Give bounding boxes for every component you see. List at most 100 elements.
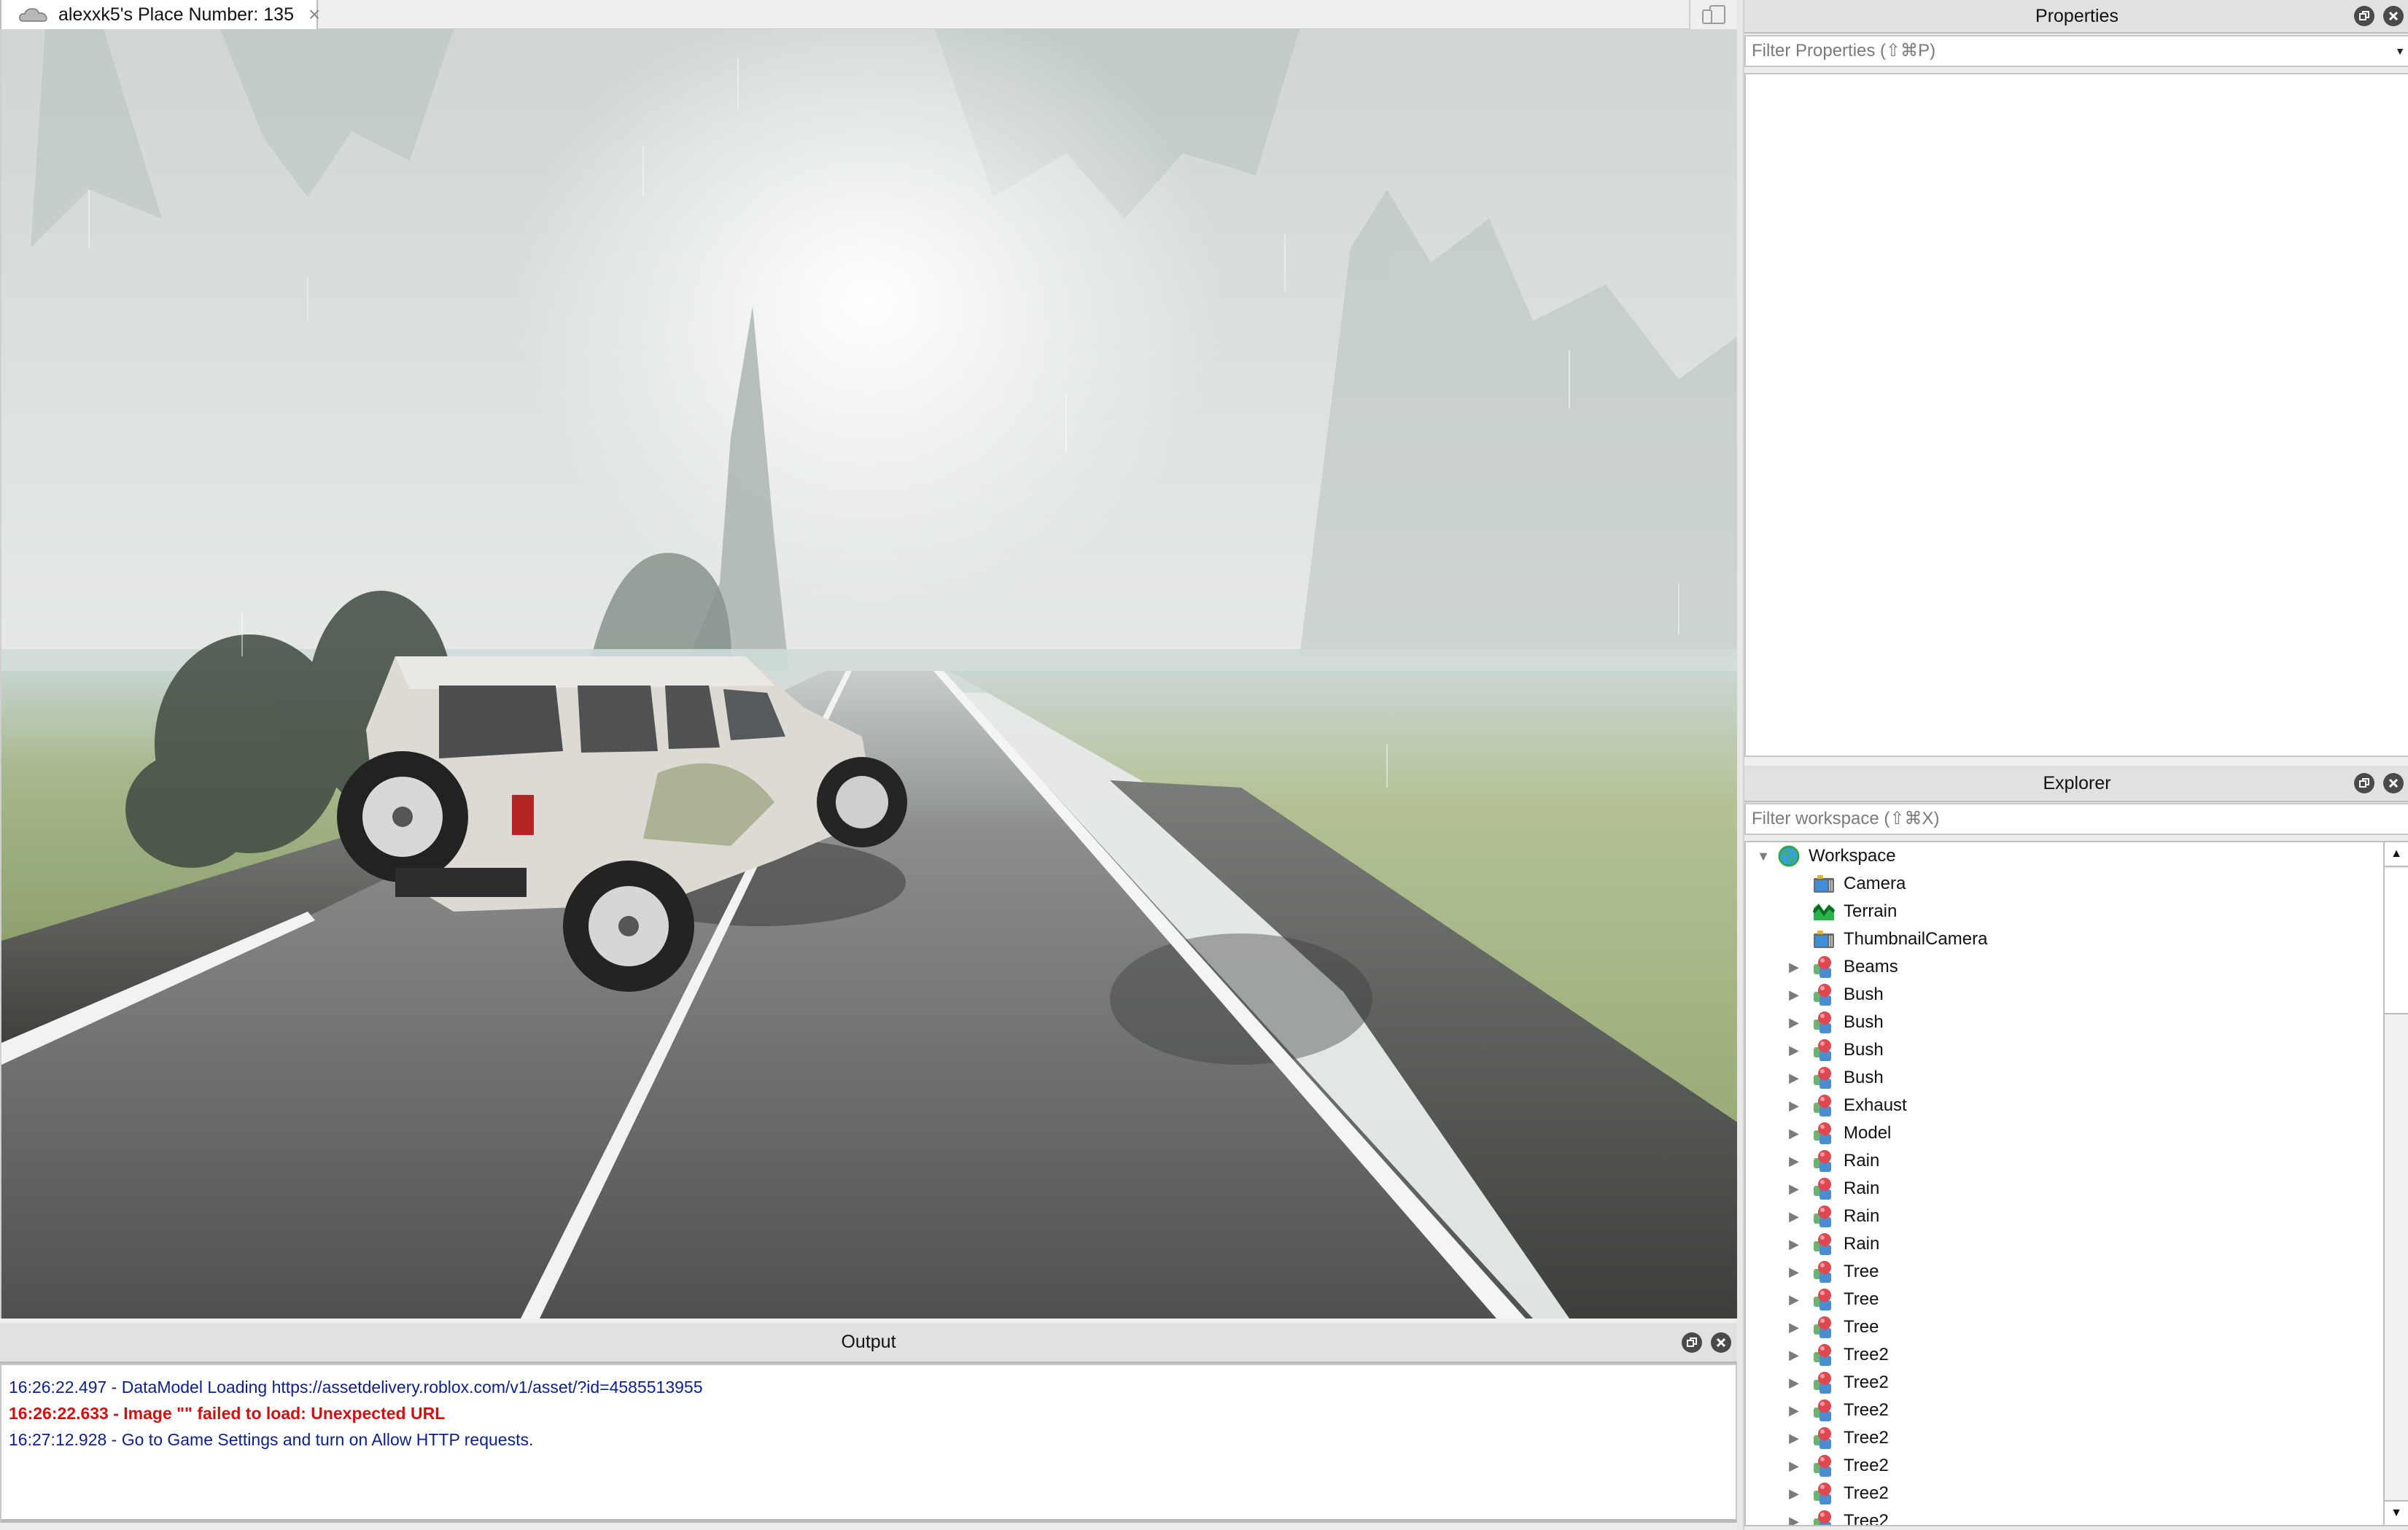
tree-item-workspace[interactable]: ▼ Workspace <box>1746 842 2385 870</box>
explorer-filter[interactable] <box>1744 803 2408 835</box>
tree-item-label: Workspace <box>1809 846 1896 866</box>
tree-item[interactable]: ▶ Rain <box>1746 1147 2385 1175</box>
tree-item[interactable]: ▶ Tree2 <box>1746 1424 2385 1452</box>
expand-arrow-icon[interactable]: ▶ <box>1787 1043 1801 1057</box>
properties-undock-button[interactable] <box>2354 6 2374 26</box>
expand-arrow-icon[interactable]: ▶ <box>1787 1375 1801 1390</box>
close-icon <box>1716 1337 1726 1347</box>
explorer-tree-list: ▼ Workspace ▶Camera▶Terrain▶ThumbnailCam… <box>1746 842 2385 1526</box>
scrollbar-thumb[interactable] <box>2385 869 2408 1014</box>
log-line-info[interactable]: 16:26:22.497 - DataModel Loading https:/… <box>9 1374 1728 1400</box>
tree-item[interactable]: ▶ Tree <box>1746 1313 2385 1341</box>
model-icon <box>1811 1038 1836 1063</box>
tree-item[interactable]: ▶ Rain <box>1746 1230 2385 1258</box>
expand-arrow-icon[interactable]: ▶ <box>1787 1486 1801 1501</box>
tree-item[interactable]: ▶Camera <box>1746 870 2385 898</box>
expand-arrow-icon[interactable]: ▶ <box>1787 1403 1801 1418</box>
explorer-scrollbar[interactable]: ▲ ▼ <box>2383 842 2408 1525</box>
model-icon <box>1811 1176 1836 1201</box>
place-tab[interactable]: alexxk5's Place Number: 135 × <box>0 0 320 29</box>
properties-panel: Properties ▼ <box>1744 0 2408 758</box>
tree-item[interactable]: ▶ Rain <box>1746 1175 2385 1203</box>
tree-item[interactable]: ▶ Exhaust <box>1746 1092 2385 1119</box>
tree-item-label: Exhaust <box>1844 1095 1907 1115</box>
tree-item[interactable]: ▶ Model <box>1746 1119 2385 1147</box>
explorer-tree: ▼ Workspace ▶Camera▶Terrain▶ThumbnailCam… <box>1744 841 2408 1526</box>
expand-arrow-icon[interactable]: ▶ <box>1787 1265 1801 1279</box>
expand-arrow-icon[interactable]: ▶ <box>1787 1071 1801 1085</box>
properties-title: Properties <box>2035 5 2118 26</box>
model-icon <box>1811 1398 1836 1423</box>
scroll-up-button[interactable]: ▲ <box>2385 842 2408 867</box>
model-icon <box>1811 1259 1836 1284</box>
output-undock-button[interactable] <box>1682 1332 1702 1353</box>
filter-dropdown-icon[interactable]: ▼ <box>2395 45 2405 57</box>
properties-close-button[interactable] <box>2383 6 2404 26</box>
model-icon <box>1811 1010 1836 1035</box>
model-icon <box>1811 982 1836 1007</box>
expand-arrow-icon[interactable]: ▶ <box>1787 960 1801 974</box>
output-close-button[interactable] <box>1711 1332 1731 1353</box>
tree-item[interactable]: ▶ Tree2 <box>1746 1341 2385 1369</box>
tree-item-label: Rain <box>1844 1234 1880 1254</box>
undock-icon <box>2359 778 2369 788</box>
expand-arrow-icon[interactable]: ▶ <box>1787 1348 1801 1362</box>
tree-item-label: Bush <box>1844 1012 1884 1032</box>
log-line-info[interactable]: 16:27:12.928 - Go to Game Settings and t… <box>9 1426 1728 1453</box>
properties-filter[interactable]: ▼ <box>1744 35 2408 67</box>
log-line-error[interactable]: 16:26:22.633 - Image "" failed to load: … <box>9 1400 1728 1426</box>
tree-item[interactable]: ▶ Tree <box>1746 1258 2385 1286</box>
tree-item-label: Beams <box>1844 957 1898 976</box>
tree-item[interactable]: ▶ Tree2 <box>1746 1507 2385 1526</box>
tree-item-label: Rain <box>1844 1206 1880 1226</box>
tree-item[interactable]: ▶ Tree2 <box>1746 1480 2385 1507</box>
expand-arrow-icon[interactable]: ▶ <box>1787 1209 1801 1224</box>
properties-filter-input[interactable] <box>1752 41 2408 61</box>
output-log[interactable]: 16:26:22.497 - DataModel Loading https:/… <box>0 1364 1737 1523</box>
expand-arrow-icon[interactable]: ▶ <box>1787 1320 1801 1335</box>
expand-arrow-icon[interactable]: ▶ <box>1787 1431 1801 1445</box>
cloud-icon <box>19 7 48 23</box>
expand-arrow-icon[interactable]: ▼ <box>1756 849 1771 863</box>
expand-arrow-icon[interactable]: ▶ <box>1787 1154 1801 1168</box>
explorer-close-button[interactable] <box>2383 773 2404 793</box>
tree-item[interactable]: ▶ Tree <box>1746 1286 2385 1313</box>
tab-close-icon[interactable]: × <box>308 4 320 25</box>
tree-item-label: Terrain <box>1844 901 1898 921</box>
tree-item[interactable]: ▶ Bush <box>1746 1064 2385 1092</box>
explorer-filter-input[interactable] <box>1752 809 2408 829</box>
tree-item-label: Tree2 <box>1844 1511 1889 1526</box>
tree-item[interactable]: ▶ Bush <box>1746 1036 2385 1064</box>
device-emulator-button[interactable] <box>1689 0 1737 29</box>
output-title: Output <box>841 1332 896 1352</box>
expand-arrow-icon[interactable]: ▶ <box>1787 1181 1801 1196</box>
tree-item[interactable]: ▶ Bush <box>1746 1009 2385 1036</box>
expand-arrow-icon[interactable]: ▶ <box>1787 1292 1801 1307</box>
model-icon <box>1811 1065 1836 1090</box>
expand-arrow-icon[interactable]: ▶ <box>1787 1459 1801 1473</box>
camera-icon <box>1811 927 1836 952</box>
expand-arrow-icon[interactable]: ▶ <box>1787 1514 1801 1526</box>
tree-item[interactable]: ▶ Beams <box>1746 953 2385 981</box>
expand-arrow-icon[interactable]: ▶ <box>1787 1015 1801 1030</box>
tree-item[interactable]: ▶ThumbnailCamera <box>1746 925 2385 953</box>
tree-item[interactable]: ▶ Bush <box>1746 981 2385 1009</box>
game-viewport[interactable] <box>0 29 1737 1319</box>
model-icon <box>1811 1121 1836 1146</box>
tree-item[interactable]: ▶ Rain <box>1746 1203 2385 1230</box>
tree-item[interactable]: ▶ Tree2 <box>1746 1452 2385 1480</box>
expand-arrow-icon[interactable]: ▶ <box>1787 987 1801 1002</box>
document-tab-bar: alexxk5's Place Number: 135 × <box>0 0 1737 29</box>
expand-arrow-icon[interactable]: ▶ <box>1787 1237 1801 1251</box>
expand-arrow-icon[interactable]: ▶ <box>1787 1126 1801 1141</box>
tree-item[interactable]: ▶ Tree2 <box>1746 1369 2385 1397</box>
tree-item-label: Tree2 <box>1844 1400 1889 1420</box>
tree-item[interactable]: ▶ Tree2 <box>1746 1397 2385 1424</box>
scroll-down-button[interactable]: ▼ <box>2385 1500 2408 1525</box>
expand-arrow-icon[interactable]: ▶ <box>1787 1098 1801 1113</box>
explorer-header: Explorer <box>1744 758 2408 802</box>
explorer-undock-button[interactable] <box>2354 773 2374 793</box>
tree-item-label: Tree <box>1844 1289 1879 1309</box>
tree-item[interactable]: ▶Terrain <box>1746 898 2385 925</box>
tree-item-label: Camera <box>1844 874 1906 893</box>
